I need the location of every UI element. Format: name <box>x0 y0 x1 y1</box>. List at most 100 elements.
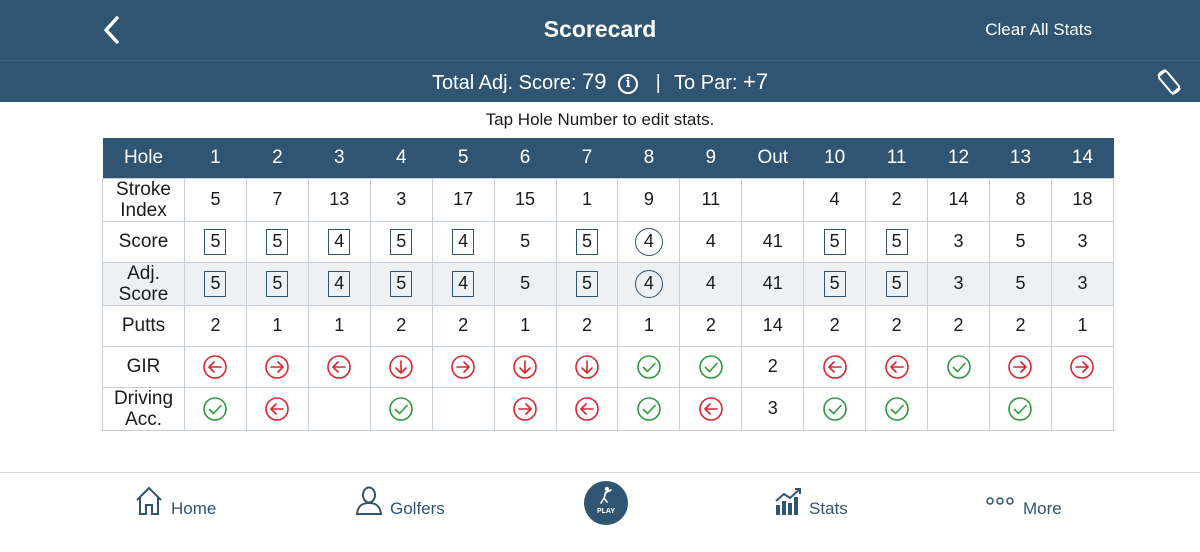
hole-number-10[interactable]: 10 <box>803 138 866 178</box>
driving-acc-cell: 3 <box>741 386 805 431</box>
score-cell: 4 <box>679 220 743 263</box>
driving-acc-cell <box>1050 386 1115 431</box>
stroke-index-cell: 18 <box>1050 177 1115 222</box>
adj-score-cell: 3 <box>927 261 990 306</box>
total-adj-label: Total Adj. Score: <box>431 72 577 94</box>
stroke-index-cell: 14 <box>927 177 990 222</box>
driving-acc-cell <box>493 386 557 431</box>
score-cell: 5 <box>865 220 929 263</box>
cell-value: 2 <box>581 315 592 335</box>
nav-more[interactable]: More <box>986 485 1076 525</box>
driving-acc-row: Driving Acc. 3 <box>102 386 1115 431</box>
cell-value: 1 <box>520 315 531 335</box>
putts-cell: 1 <box>245 304 309 347</box>
arrow-right-icon <box>1070 354 1095 379</box>
hole-number-7[interactable]: 7 <box>556 138 618 178</box>
putts-cell: 2 <box>679 304 743 347</box>
arrow-right-icon <box>451 354 475 379</box>
bogey-square-marker: 5 <box>575 270 598 297</box>
hole-number-8[interactable]: 8 <box>617 138 680 178</box>
stroke-index-row: Stroke Index 5 7 13 3 17 15 1 9 11 4 2 14 8 18 <box>102 177 1115 222</box>
stroke-index-cell: 13 <box>307 177 371 222</box>
hole-number-4[interactable]: 4 <box>370 138 433 178</box>
cell-value: 2 <box>891 315 902 335</box>
score-cell: 4 <box>431 220 495 263</box>
hole-number-1[interactable]: 1 <box>184 138 247 178</box>
hole-number-5[interactable]: 5 <box>432 138 495 178</box>
cell-value: 5 <box>210 189 221 209</box>
gir-cell <box>803 345 867 388</box>
adj-score-cell: 5 <box>493 261 557 306</box>
stroke-index-cell <box>741 177 805 222</box>
score-cell: 4 <box>307 220 371 263</box>
stroke-index-cell: 3 <box>369 177 433 222</box>
score-row: Score 5 5 4 5 4 5 5 4 4 41 5 5 3 5 3 <box>102 220 1115 263</box>
adj-score-cell: 41 <box>741 261 805 306</box>
nav-golfers[interactable]: Golfers <box>354 485 454 525</box>
cell-value: 14 <box>948 189 969 209</box>
info-icon[interactable]: i <box>618 74 639 94</box>
hole-number-6[interactable]: 6 <box>494 138 557 178</box>
nav-play-label: PLAY <box>596 508 616 515</box>
putts-cell: 2 <box>184 304 247 347</box>
driving-acc-cell <box>803 386 867 431</box>
adj-score-cell: 5 <box>184 261 247 306</box>
score-cell: 3 <box>927 220 990 263</box>
nav-home-label: Home <box>171 499 217 518</box>
hole-number-3[interactable]: 3 <box>308 138 371 178</box>
bogey-square-marker: 5 <box>266 228 289 255</box>
to-par-label: To Par: <box>674 72 738 94</box>
header-row: Hole 1 2 3 4 5 6 7 8 9 Out 10 11 12 13 14 <box>102 138 1114 178</box>
cell-value: 3 <box>396 189 407 209</box>
arrow-left-icon <box>884 354 909 379</box>
cell-value: 7 <box>272 189 283 209</box>
rotate-screen-icon[interactable] <box>1154 67 1184 97</box>
putts-cell: 2 <box>555 304 619 347</box>
putts-cell: 1 <box>1050 304 1115 347</box>
gir-cell <box>369 345 433 388</box>
hole-number-13[interactable]: 13 <box>989 138 1052 178</box>
cell-value: 17 <box>453 189 474 209</box>
adj-score-cell: 4 <box>307 261 371 306</box>
putts-cell: 1 <box>307 304 371 347</box>
putts-cell: 2 <box>927 304 990 347</box>
gir-cell <box>927 345 990 388</box>
hole-number-12[interactable]: 12 <box>927 138 990 178</box>
gir-cell <box>431 345 495 388</box>
gir-cell <box>865 345 929 388</box>
arrow-down-icon <box>575 354 599 379</box>
clear-all-stats-button[interactable]: Clear All Stats <box>985 20 1092 40</box>
stroke-index-cell: 11 <box>679 177 743 222</box>
hole-number-9[interactable]: 9 <box>679 138 742 178</box>
hole-number-11[interactable]: 11 <box>865 138 928 178</box>
gir-cell <box>493 345 557 388</box>
cell-value: 1 <box>1077 315 1088 335</box>
nav-stats[interactable]: Stats <box>774 485 864 525</box>
gir-cell <box>245 345 309 388</box>
nav-play-button[interactable]: PLAY <box>584 481 628 525</box>
gir-cell: 2 <box>741 345 805 388</box>
putts-cell: 1 <box>617 304 681 347</box>
arrow-left-icon <box>575 396 599 421</box>
nav-golfers-label: Golfers <box>390 499 445 518</box>
hole-number-2[interactable]: 2 <box>246 138 309 178</box>
check-icon <box>389 396 414 421</box>
gir-cell <box>617 345 681 388</box>
birdie-circle-marker: 4 <box>634 227 663 256</box>
stroke-index-cell: 8 <box>988 177 1052 222</box>
cell-value: 18 <box>1072 189 1093 209</box>
gir-cell <box>988 345 1052 388</box>
cell-value: 41 <box>762 273 783 293</box>
hole-number-14[interactable]: 14 <box>1051 138 1114 178</box>
cell-value: 1 <box>334 315 345 335</box>
driving-acc-cell <box>184 386 247 431</box>
bogey-square-marker: 5 <box>266 270 289 297</box>
bogey-square-marker: 4 <box>328 228 351 255</box>
cell-value: 11 <box>701 189 721 209</box>
nav-home[interactable]: Home <box>134 485 224 525</box>
adj-score-cell: 5 <box>803 261 867 306</box>
score-cell: 5 <box>369 220 433 263</box>
bogey-square-marker: 5 <box>575 228 598 255</box>
to-par-value: +7 <box>742 69 769 94</box>
gir-row: GIR 2 <box>102 345 1115 388</box>
